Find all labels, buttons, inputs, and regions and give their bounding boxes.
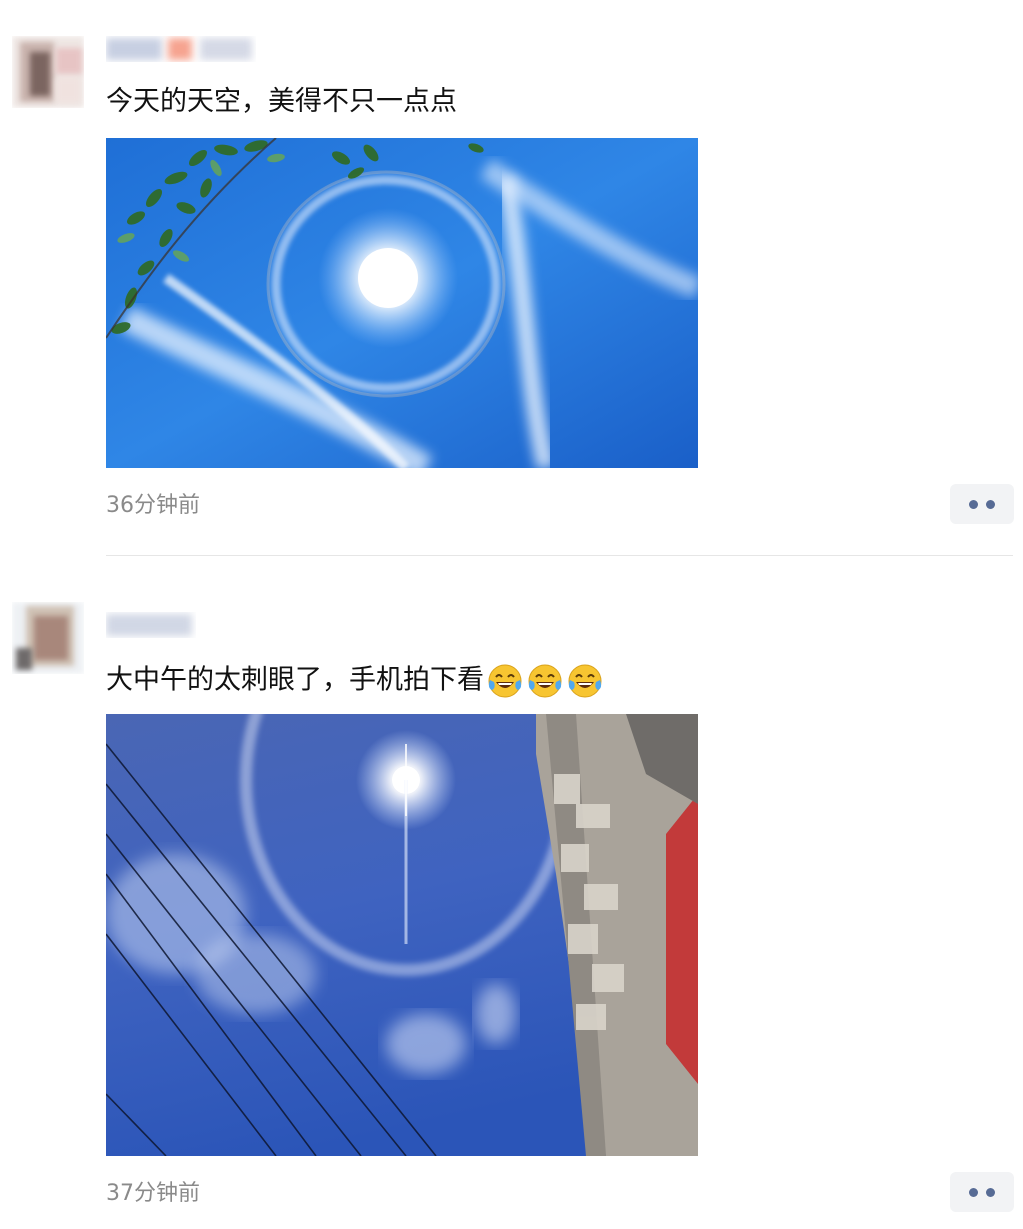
post-timestamp: 36分钟前 [106, 493, 200, 518]
moment-post: 今天的天空，美得不只一点点 36分钟前 [0, 0, 1023, 560]
more-actions-button[interactable] [950, 1172, 1014, 1212]
moment-post: 大中午的太刺眼了，手机拍下看 37分钟前 [0, 580, 1023, 1229]
username-blurred[interactable] [106, 612, 196, 638]
avatar[interactable] [12, 36, 84, 108]
dot-icon [986, 500, 995, 509]
divider [106, 555, 1013, 556]
post-text-content: 大中午的太刺眼了，手机拍下看 [106, 664, 484, 696]
dot-icon [969, 500, 978, 509]
dot-icon [969, 1188, 978, 1197]
sun-halo-building-photo-icon [106, 714, 698, 1156]
avatar[interactable] [12, 602, 84, 674]
post-text: 大中午的太刺眼了，手机拍下看 [106, 662, 606, 700]
sun-halo-photo-icon [106, 138, 698, 468]
post-photo[interactable] [106, 714, 698, 1156]
tears-of-joy-emoji-icon [566, 662, 604, 700]
tears-of-joy-emoji-icon [486, 662, 524, 700]
dot-icon [986, 1188, 995, 1197]
post-text: 今天的天空，美得不只一点点 [106, 86, 457, 117]
emoji-row [486, 662, 606, 700]
post-timestamp: 37分钟前 [106, 1181, 200, 1206]
tears-of-joy-emoji-icon [526, 662, 564, 700]
more-actions-button[interactable] [950, 484, 1014, 524]
post-photo[interactable] [106, 138, 698, 468]
username-blurred[interactable] [106, 36, 256, 62]
